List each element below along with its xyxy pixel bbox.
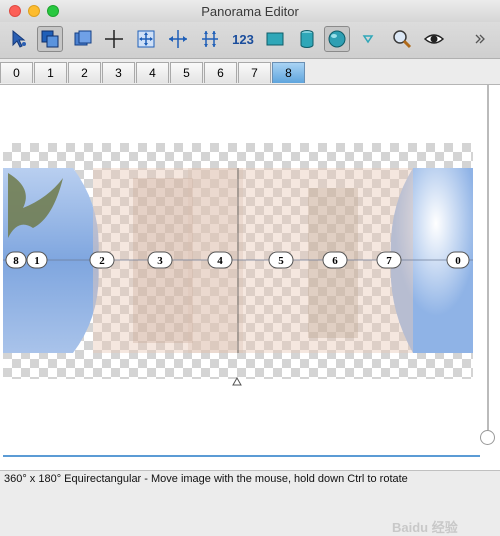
eye-icon[interactable] bbox=[421, 26, 447, 52]
overflow-chevron-icon[interactable] bbox=[470, 26, 490, 52]
image-marker: 6 bbox=[322, 251, 348, 269]
panorama-canvas[interactable]: 8 1 2 3 4 5 6 7 0 Baidu 经验 bbox=[0, 85, 500, 535]
tab-4[interactable]: 4 bbox=[136, 62, 169, 83]
image-marker: 0 bbox=[446, 251, 470, 269]
tab-8[interactable]: 8 bbox=[272, 62, 305, 83]
image-marker-label: 7 bbox=[386, 255, 392, 267]
image-marker: 7 bbox=[376, 251, 402, 269]
tab-2[interactable]: 2 bbox=[68, 62, 101, 83]
image-marker-label: 1 bbox=[34, 255, 40, 267]
image-tabs: 0 1 2 3 4 5 6 7 8 bbox=[0, 59, 500, 85]
image-marker: 2 bbox=[89, 251, 115, 269]
move-horizontal-icon[interactable] bbox=[165, 26, 191, 52]
horizontal-scrollbar[interactable] bbox=[3, 455, 480, 457]
pitch-handle-icon[interactable] bbox=[232, 377, 242, 386]
stretch-vertical-icon[interactable] bbox=[197, 26, 223, 52]
tab-0[interactable]: 0 bbox=[0, 62, 33, 83]
tab-3[interactable]: 3 bbox=[102, 62, 135, 83]
crosshair-icon[interactable] bbox=[101, 26, 127, 52]
status-bar: 360° x 180° Equirectangular - Move image… bbox=[0, 470, 500, 487]
image-stack-icon[interactable] bbox=[70, 26, 96, 52]
sphere-icon[interactable] bbox=[324, 26, 350, 52]
rectangle-icon[interactable] bbox=[262, 26, 288, 52]
window-title: Panorama Editor bbox=[201, 4, 299, 19]
image-marker-label: 2 bbox=[99, 255, 105, 267]
toolbar: 123 bbox=[0, 22, 500, 59]
image-marker: 5 bbox=[268, 251, 294, 269]
tab-1[interactable]: 1 bbox=[34, 62, 67, 83]
watermark: Baidu 经验 bbox=[392, 520, 458, 535]
numbers-tool[interactable]: 123 bbox=[229, 26, 257, 52]
tab-7[interactable]: 7 bbox=[238, 62, 271, 83]
move-expand-icon[interactable] bbox=[133, 26, 159, 52]
panorama-preview[interactable]: 8 1 2 3 4 5 6 7 0 bbox=[3, 168, 473, 353]
cylinder-icon[interactable] bbox=[294, 26, 320, 52]
image-marker-label: 5 bbox=[278, 255, 284, 267]
image-marker: 3 bbox=[147, 251, 173, 269]
image-marker: 8 bbox=[5, 251, 27, 269]
image-marker-label: 0 bbox=[455, 255, 461, 267]
image-marker: 4 bbox=[207, 251, 233, 269]
image-marker-label: 8 bbox=[13, 255, 19, 267]
select-arrow-icon[interactable] bbox=[6, 26, 32, 52]
title-bar: Panorama Editor bbox=[0, 0, 500, 22]
image-marker-label: 4 bbox=[217, 255, 223, 267]
numbers-tool-label: 123 bbox=[232, 31, 254, 47]
image-overlay-icon[interactable] bbox=[37, 26, 63, 52]
image-marker-label: 3 bbox=[157, 255, 163, 267]
vertical-scrollbar[interactable] bbox=[483, 85, 493, 430]
tab-5[interactable]: 5 bbox=[170, 62, 203, 83]
zoom-slider-knob[interactable] bbox=[480, 430, 495, 445]
tab-6[interactable]: 6 bbox=[204, 62, 237, 83]
image-marker-label: 6 bbox=[332, 255, 338, 267]
image-marker: 1 bbox=[26, 251, 48, 269]
magnifier-icon[interactable] bbox=[389, 26, 415, 52]
dropdown-triangle-icon[interactable] bbox=[358, 26, 378, 52]
